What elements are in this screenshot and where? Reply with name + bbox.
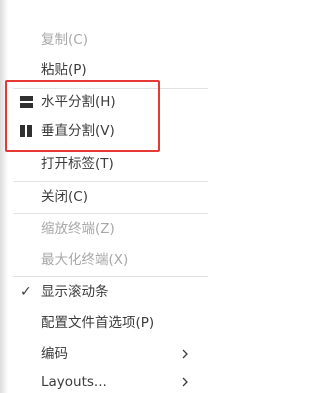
window-shadow — [0, 0, 8, 393]
split-horizontal-icon — [20, 96, 33, 108]
menu-item-zoom-terminal-label: 缩放终端(Z) — [41, 221, 115, 237]
checkmark-icon: ✓ — [20, 284, 32, 300]
menu-item-zoom-terminal: 缩放终端(Z) — [9, 215, 208, 243]
menu-item-show-scrollbar[interactable]: ✓ 显示滚动条 — [9, 278, 208, 306]
menu-item-open-tab[interactable]: 打开标签(T) — [9, 150, 208, 178]
menu-item-preferences-label: 配置文件首选项(P) — [41, 315, 155, 331]
menu-item-layouts-label: Layouts... — [41, 374, 107, 390]
split-vertical-icon — [20, 125, 33, 137]
menu-item-paste[interactable]: 粘贴(P) — [9, 56, 208, 84]
menu-item-layouts[interactable]: Layouts... — [9, 368, 208, 393]
screenshot-frame: 复制(C) 粘贴(P) 水平分割(H) 垂直分割(V) 打开标签(T) 关闭(C… — [0, 0, 208, 393]
menu-item-encoding-label: 编码 — [41, 346, 68, 362]
menu-item-copy: 复制(C) — [9, 26, 208, 54]
context-menu: 复制(C) 粘贴(P) 水平分割(H) 垂直分割(V) 打开标签(T) 关闭(C… — [9, 22, 208, 393]
menu-item-paste-label: 粘贴(P) — [41, 62, 87, 78]
chevron-right-icon — [182, 349, 188, 359]
menu-separator — [13, 213, 208, 214]
menu-item-copy-label: 复制(C) — [41, 32, 88, 48]
menu-item-maximize-terminal-label: 最大化终端(X) — [41, 252, 129, 268]
menu-item-close[interactable]: 关闭(C) — [9, 183, 208, 211]
menu-item-open-tab-label: 打开标签(T) — [41, 156, 114, 172]
menu-item-maximize-terminal: 最大化终端(X) — [9, 246, 208, 274]
menu-item-close-label: 关闭(C) — [41, 189, 88, 205]
menu-separator — [13, 276, 208, 277]
chevron-right-icon — [182, 377, 188, 387]
menu-item-split-horizontal[interactable]: 水平分割(H) — [9, 88, 208, 116]
menu-item-split-horizontal-label: 水平分割(H) — [41, 94, 116, 110]
menu-item-encoding[interactable]: 编码 — [9, 340, 208, 368]
menu-item-split-vertical-label: 垂直分割(V) — [41, 123, 115, 139]
menu-item-preferences[interactable]: 配置文件首选项(P) — [9, 309, 208, 337]
menu-item-show-scrollbar-label: 显示滚动条 — [41, 284, 109, 300]
menu-item-split-vertical[interactable]: 垂直分割(V) — [9, 117, 208, 145]
menu-separator — [13, 181, 208, 182]
